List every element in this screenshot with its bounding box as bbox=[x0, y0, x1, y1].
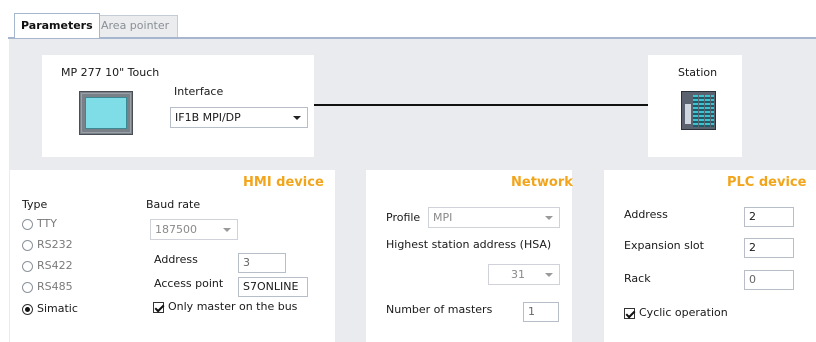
station-title: Station bbox=[678, 66, 718, 79]
baud-rate-select[interactable]: 187500 bbox=[150, 219, 238, 240]
expansion-slot-input[interactable]: 2 bbox=[744, 238, 794, 258]
interface-label: Interface bbox=[174, 85, 224, 98]
hmi-device-title: MP 277 10" Touch bbox=[61, 66, 160, 79]
rack-input[interactable]: 0 bbox=[744, 270, 794, 290]
radio-simatic-label: Simatic bbox=[37, 302, 78, 315]
access-point-input[interactable]: S7ONLINE bbox=[238, 277, 308, 297]
radio-tty[interactable] bbox=[22, 219, 33, 230]
radio-rs232[interactable] bbox=[22, 240, 33, 251]
radio-rs422-label: RS422 bbox=[37, 259, 73, 272]
chevron-down-icon bbox=[223, 228, 231, 232]
hmi-address-input[interactable]: 3 bbox=[238, 253, 286, 273]
plc-device-section-title: PLC device bbox=[727, 175, 807, 190]
radio-rs485-label: RS485 bbox=[37, 280, 73, 293]
radio-rs422[interactable] bbox=[22, 261, 33, 272]
only-master-label: Only master on the bus bbox=[168, 300, 298, 313]
chevron-down-icon bbox=[293, 116, 301, 120]
tab-area-pointer[interactable]: Area pointer bbox=[94, 15, 178, 37]
baud-rate-label: Baud rate bbox=[146, 198, 201, 211]
baud-rate-value: 187500 bbox=[155, 223, 197, 236]
rack-label: Rack bbox=[624, 272, 651, 285]
interface-value: IF1B MPI/DP bbox=[175, 111, 241, 124]
chevron-down-icon bbox=[545, 273, 553, 277]
plc-station-icon bbox=[681, 91, 716, 130]
radio-tty-label: TTY bbox=[37, 217, 57, 230]
interface-select[interactable]: IF1B MPI/DP bbox=[170, 107, 308, 128]
hsa-value: 31 bbox=[511, 268, 525, 281]
profile-label: Profile bbox=[386, 211, 421, 224]
tab-parameters[interactable]: Parameters bbox=[14, 13, 100, 38]
network-section-title: Network bbox=[511, 175, 573, 190]
masters-label: Number of masters bbox=[386, 303, 493, 316]
radio-rs485[interactable] bbox=[22, 282, 33, 293]
tab-strip: Parameters Area pointer bbox=[0, 0, 816, 42]
network-connection-line bbox=[314, 104, 648, 106]
expansion-slot-label: Expansion slot bbox=[624, 239, 704, 252]
type-label: Type bbox=[22, 198, 48, 211]
cyclic-operation-label: Cyclic operation bbox=[639, 306, 728, 319]
hmi-device-section-title: HMI device bbox=[243, 175, 324, 190]
chevron-down-icon bbox=[545, 216, 553, 220]
profile-value: MPI bbox=[433, 211, 453, 224]
cyclic-operation-checkbox[interactable] bbox=[624, 308, 635, 319]
masters-input[interactable]: 1 bbox=[523, 302, 559, 322]
hmi-touch-panel-icon bbox=[79, 91, 133, 135]
only-master-checkbox[interactable] bbox=[153, 302, 164, 313]
plc-address-input[interactable]: 2 bbox=[744, 207, 794, 227]
profile-select[interactable]: MPI bbox=[428, 207, 560, 228]
hsa-label: Highest station address (HSA) bbox=[386, 238, 552, 251]
plc-address-label: Address bbox=[624, 208, 668, 221]
radio-simatic[interactable] bbox=[22, 304, 33, 315]
radio-rs232-label: RS232 bbox=[37, 238, 73, 251]
hsa-select[interactable]: 31 bbox=[488, 264, 560, 285]
access-point-label: Access point bbox=[154, 277, 224, 290]
hmi-address-label: Address bbox=[154, 253, 198, 266]
